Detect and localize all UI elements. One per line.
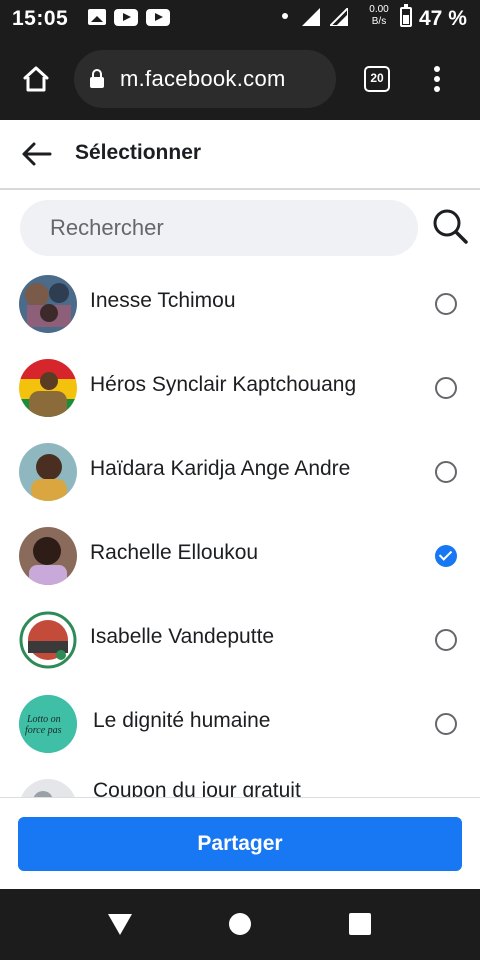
search-row (0, 190, 480, 260)
lock-icon (90, 69, 104, 88)
radio-button[interactable] (435, 293, 457, 315)
avatar (19, 443, 77, 501)
nav-home-icon[interactable] (229, 913, 251, 935)
avatar-text: Lotto on (26, 714, 61, 725)
radio-button[interactable] (435, 713, 457, 735)
page-header: Sélectionner (0, 120, 480, 190)
search-icon[interactable] (432, 208, 468, 244)
contact-name: Coupon du jour gratuit (93, 779, 301, 797)
contact-name: Le dignité humaine (93, 709, 271, 732)
speed-unit: B/s (371, 16, 387, 27)
dot-icon (282, 13, 288, 19)
contact-name: Haïdara Karidja Ange Andre (90, 457, 351, 480)
avatar (19, 779, 77, 797)
radio-button[interactable] (435, 377, 457, 399)
list-item[interactable]: Isabelle Vandeputte (0, 599, 480, 683)
checked-radio-button[interactable] (435, 545, 457, 567)
page-title: Sélectionner (75, 141, 202, 164)
list-item[interactable]: Haïdara Karidja Ange Andre (0, 431, 480, 515)
network-speed: 0.00 B/s (366, 4, 392, 28)
avatar (19, 611, 77, 669)
list-item[interactable]: Héros Synclair Kaptchouang (0, 347, 480, 431)
speed-value: 0.00 (369, 4, 389, 15)
list-item[interactable]: Lotto on force pas Le dignité humaine (0, 683, 480, 767)
navigation-bar (0, 889, 480, 960)
tabs-icon[interactable]: 20 (364, 66, 390, 92)
status-time: 15:05 (12, 7, 69, 30)
radio-button[interactable] (435, 461, 457, 483)
share-button[interactable]: Partager (18, 817, 462, 871)
list-item[interactable]: Rachelle Elloukou (0, 515, 480, 599)
contact-name: Héros Synclair Kaptchouang (90, 373, 357, 396)
avatar: Lotto on force pas (19, 695, 77, 753)
search-input[interactable] (20, 200, 418, 256)
avatar (19, 275, 77, 333)
signal-icon (302, 8, 320, 26)
footer: Partager (0, 797, 480, 890)
battery-icon (400, 4, 412, 27)
signal-icon (330, 8, 348, 26)
browser-toolbar: m.facebook.com 20 (0, 38, 480, 120)
home-icon[interactable] (22, 66, 50, 92)
contact-name: Isabelle Vandeputte (90, 625, 275, 648)
status-bar: 15:05 0.00 B/s 47 % (0, 0, 480, 38)
contact-name: Inesse Tchimou (90, 289, 236, 312)
avatar (19, 527, 77, 585)
contact-list: Inesse Tchimou Héros Synclair Kaptchouan… (0, 263, 480, 797)
nav-back-icon[interactable] (108, 914, 132, 935)
image-icon (88, 9, 106, 25)
youtube-icon (114, 9, 138, 26)
arrow-left-icon[interactable] (20, 140, 52, 168)
radio-button[interactable] (435, 629, 457, 651)
avatar (19, 359, 77, 417)
list-item[interactable]: Inesse Tchimou (0, 263, 480, 347)
nav-recents-icon[interactable] (349, 913, 371, 935)
contact-name: Rachelle Elloukou (90, 541, 259, 564)
address-bar[interactable]: m.facebook.com (74, 50, 336, 108)
youtube-icon (146, 9, 170, 26)
list-item[interactable]: Coupon du jour gratuit (0, 767, 480, 797)
battery-percent: 47 % (419, 7, 467, 30)
menu-icon[interactable] (434, 66, 440, 92)
url-text[interactable]: m.facebook.com (120, 66, 286, 92)
avatar-text: force pas (25, 725, 62, 736)
